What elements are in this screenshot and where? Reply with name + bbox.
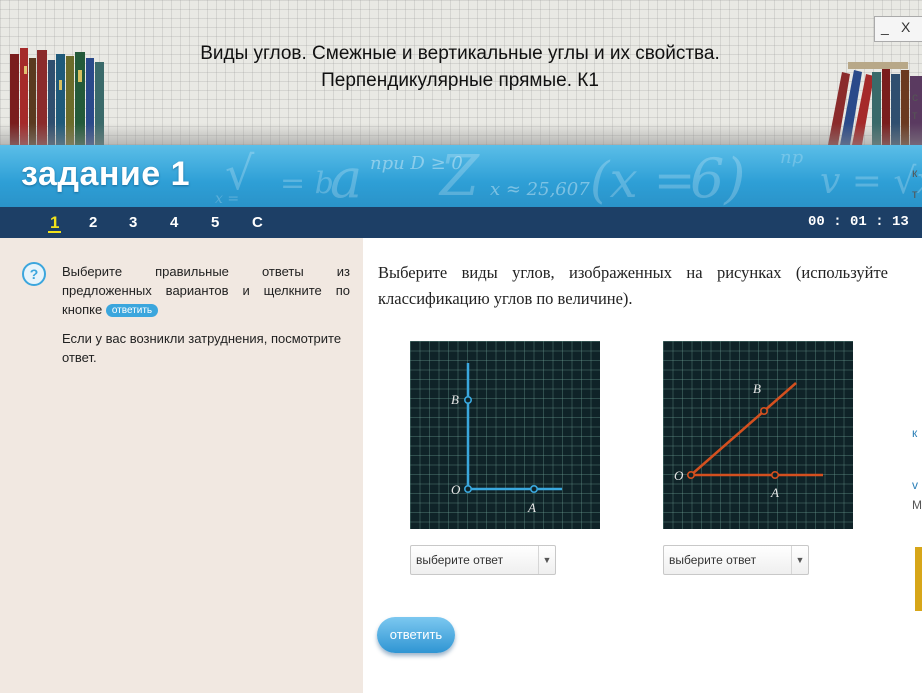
edge-fragment: М xyxy=(912,498,922,512)
question-area: Выберите виды углов, изображенных на рис… xyxy=(363,238,922,693)
nav-task-2[interactable]: 2 xyxy=(89,207,97,238)
hint-text[interactable]: Если у вас возникли затруднения, посмотр… xyxy=(62,329,362,367)
minimize-button[interactable]: _ xyxy=(881,19,889,35)
figure-acute-angle: B O A xyxy=(663,341,853,529)
label-o: O xyxy=(451,482,461,497)
svg-text:6): 6) xyxy=(690,147,745,207)
bookshelf-left-image xyxy=(10,48,104,145)
label-a: A xyxy=(770,485,779,500)
bookshelf-right-image xyxy=(828,62,922,145)
edge-fragment: к xyxy=(912,166,918,180)
task-navigation: 1 2 3 4 5 C 00 : 01 : 13 xyxy=(0,207,922,238)
point-a xyxy=(530,485,539,494)
instructions-text: Выберите правильные ответы из предложенн… xyxy=(62,262,350,319)
question-text: Выберите виды углов, изображенных на рис… xyxy=(378,263,888,308)
window-header: Виды углов. Смежные и вертикальные углы … xyxy=(0,0,922,145)
select-value: выберите ответ xyxy=(416,553,504,567)
edge-fragment: т xyxy=(912,187,918,201)
svg-text:пр: пр xyxy=(780,147,804,168)
window-title: Виды углов. Смежные и вертикальные углы … xyxy=(200,43,720,91)
window-controls: _ X xyxy=(874,16,922,42)
formula-text: x ≈ 25,607 xyxy=(490,179,590,200)
timer: 00 : 01 : 13 xyxy=(808,214,909,230)
select-value: выберите ответ xyxy=(669,553,757,567)
point-b xyxy=(760,407,769,416)
svg-text:(x =: (x = xyxy=(590,151,696,207)
nav-task-4[interactable]: 4 xyxy=(170,207,178,238)
nav-task-1[interactable]: 1 xyxy=(47,207,63,238)
task-title: задание 1 xyxy=(21,155,191,193)
formula-text: при D ≥ 0 xyxy=(370,153,463,174)
label-b: B xyxy=(451,392,459,407)
nav-task-5[interactable]: 5 xyxy=(211,207,219,238)
edge-fragment: с xyxy=(912,90,918,104)
answer-select-1[interactable]: выберите ответ ▼ xyxy=(410,545,556,575)
label-a: A xyxy=(527,500,536,515)
task-banner: √ = b a Z (x = 6) v = √x пр x = при D ≥ … xyxy=(0,145,922,207)
dropdown-arrow-icon[interactable]: ▼ xyxy=(538,546,555,574)
edge-fragment: т xyxy=(912,108,918,122)
point-o xyxy=(686,471,695,480)
label-o: O xyxy=(674,468,684,483)
svg-text:= b: = b xyxy=(280,166,334,201)
acute-angle-diagram: B O A xyxy=(674,381,823,500)
inline-answer-badge: ответить xyxy=(105,304,159,317)
label-b: B xyxy=(753,381,761,396)
right-angle-diagram: B O A xyxy=(451,363,562,515)
nav-task-check[interactable]: C xyxy=(252,207,263,238)
svg-text:a: a xyxy=(330,147,362,207)
help-icon: ? xyxy=(22,262,46,286)
nav-task-3[interactable]: 3 xyxy=(129,207,137,238)
point-b xyxy=(463,395,472,404)
answer-select-2[interactable]: выберите ответ ▼ xyxy=(663,545,809,575)
svg-text:x =: x = xyxy=(215,191,239,207)
edge-fragment: к xyxy=(912,426,918,440)
point-a xyxy=(771,471,780,480)
close-button[interactable]: X xyxy=(901,19,910,35)
answer-button[interactable]: ответить xyxy=(377,617,455,653)
dropdown-arrow-icon[interactable]: ▼ xyxy=(791,546,808,574)
svg-text:v = √x: v = √x xyxy=(820,161,922,202)
figure-right-angle: B O A xyxy=(410,341,600,529)
instructions-panel: ? Выберите правильные ответы из предложе… xyxy=(0,238,363,693)
edge-fragment: v xyxy=(912,478,918,492)
edge-bar xyxy=(915,547,922,611)
point-o xyxy=(463,485,472,494)
